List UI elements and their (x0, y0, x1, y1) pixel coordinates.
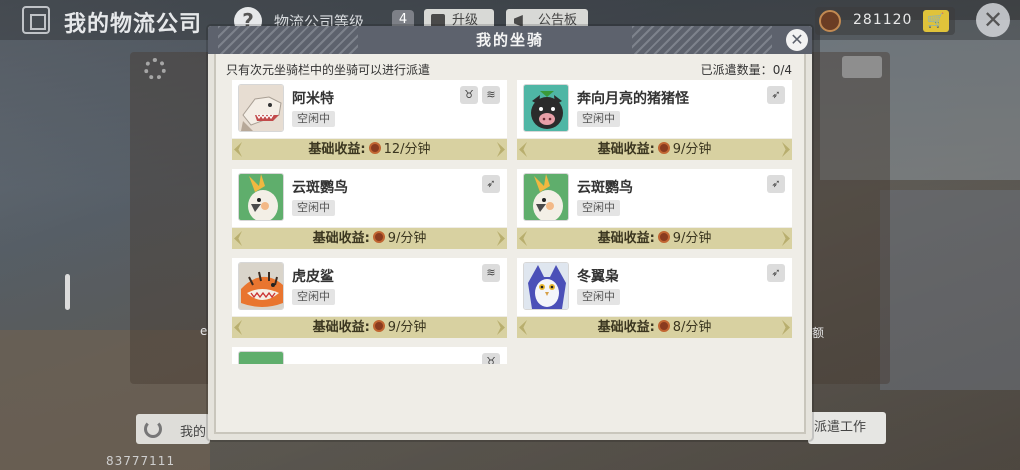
income-bar: 基础收益: 9/分钟 (517, 139, 792, 160)
income-bar: 基础收益: 9/分钟 (232, 317, 507, 338)
mount-status: 空闲中 (292, 200, 335, 216)
mount-name: 冬翼枭 (577, 269, 619, 285)
fly-type-icon: ➶ (767, 175, 785, 193)
page-title: 我的物流公司 (64, 12, 203, 37)
side-drag-handle[interactable] (65, 274, 70, 310)
mount-card[interactable]: 云斑鹦鸟 空闲中 ➶ 基础收益: 9/分钟 (232, 169, 507, 253)
coin-balance: 281120 🛒 (815, 7, 955, 35)
background-note-left: e (200, 324, 208, 338)
income-label: 基础收益: (597, 142, 655, 157)
mount-avatar (238, 84, 284, 132)
dispatch-hint: 只有次元坐骑栏中的坐骑可以进行派遣 (226, 63, 431, 77)
mount-card[interactable]: 云斑鹦鸟 空闲中 ➶ 基础收益: 9/分钟 (517, 169, 792, 253)
coin-icon (819, 10, 841, 32)
fly-type-icon: ➶ (482, 175, 500, 193)
dialog-close-button[interactable]: ✕ (786, 29, 808, 51)
my-mounts-dialog: 我的坐骑 ✕ 只有次元坐骑栏中的坐骑可以进行派遣 已派遣数量：0/4 阿米特 空… (208, 26, 812, 440)
dispatch-count-label: 已派遣数量： (700, 63, 773, 77)
coin-icon (372, 320, 385, 332)
coin-icon (657, 320, 670, 332)
income-bar: 基础收益: 12/分钟 (232, 139, 507, 160)
income-label: 基础收益: (597, 231, 655, 246)
mount-status: 空闲中 (577, 200, 620, 216)
dispatch-work-button: 派遣工作 (808, 412, 886, 444)
income-value: 8/分钟 (672, 320, 712, 335)
coin-icon (657, 231, 670, 243)
fly-type-icon: ➶ (767, 264, 785, 282)
fly-type-icon: ➶ (767, 86, 785, 104)
mount-avatar (523, 262, 569, 310)
income-value: 9/分钟 (387, 231, 427, 246)
dialog-header: 我的坐骑 ✕ (208, 26, 812, 54)
income-label: 基础收益: (308, 142, 366, 157)
mount-card[interactable]: 冬翼枭 空闲中 ➶ 基础收益: 8/分钟 (517, 258, 792, 342)
mount-card[interactable]: 虎皮鲨 空闲中 ≋ 基础收益: 9/分钟 (232, 258, 507, 342)
dispatch-count-value: 0/4 (772, 63, 792, 77)
mount-list[interactable]: 阿米特 空闲中 ♉ ≋ 基础收益: 12/分钟 奔向月亮的猪猪怪 空闲中 ➶ 基… (232, 80, 792, 364)
income-label: 基础收益: (312, 320, 370, 335)
income-bar: 基础收益: 8/分钟 (517, 317, 792, 338)
mount-status: 空闲中 (292, 111, 335, 127)
income-value: 9/分钟 (387, 320, 427, 335)
shop-cart-button[interactable]: 🛒 (923, 10, 949, 32)
coin-icon (372, 231, 385, 243)
mount-status: 空闲中 (292, 289, 335, 305)
mount-card[interactable]: 阿米特 空闲中 ♉ ≋ 基础收益: 12/分钟 (232, 80, 507, 164)
mount-avatar (238, 351, 284, 364)
mount-status: 空闲中 (577, 111, 620, 127)
mount-status: 空闲中 (577, 289, 620, 305)
mount-name: 奔向月亮的猪猪怪 (577, 91, 689, 107)
background-note-right: 额 (812, 326, 825, 340)
settings-button (842, 56, 882, 78)
income-value: 9/分钟 (672, 142, 712, 157)
mount-name: 虎皮鲨 (292, 269, 334, 285)
close-page-button[interactable]: ✕ (976, 3, 1010, 37)
company-logo-icon (22, 6, 50, 34)
income-label: 基础收益: (597, 320, 655, 335)
horn-type-icon: ♉ (460, 86, 478, 104)
my-items-bar: 我的 (136, 414, 210, 444)
mount-avatar (238, 173, 284, 221)
user-id: 83777111 (106, 454, 176, 468)
income-bar: 基础收益: 9/分钟 (232, 228, 507, 249)
my-items-label: 我的 (180, 425, 207, 440)
coin-icon (368, 142, 381, 154)
coin-amount: 281120 (853, 12, 913, 28)
income-value: 12/分钟 (383, 142, 431, 157)
mount-avatar (523, 173, 569, 221)
mount-name: 云斑鹦鸟 (292, 180, 348, 196)
gear-icon (144, 58, 166, 80)
mount-name: 阿米特 (292, 91, 334, 107)
mount-card[interactable]: ♉ (232, 347, 507, 364)
swim-type-icon: ≋ (482, 86, 500, 104)
dialog-title: 我的坐骑 (475, 31, 544, 49)
mount-name: 云斑鹦鸟 (577, 180, 633, 196)
income-bar: 基础收益: 9/分钟 (517, 228, 792, 249)
swim-type-icon: ≋ (482, 264, 500, 282)
income-label: 基础收益: (312, 231, 370, 246)
horn-type-icon: ♉ (482, 353, 500, 364)
refresh-icon (144, 420, 162, 438)
mount-card[interactable]: 奔向月亮的猪猪怪 空闲中 ➶ 基础收益: 9/分钟 (517, 80, 792, 164)
income-value: 9/分钟 (672, 231, 712, 246)
coin-icon (657, 142, 670, 154)
mount-avatar (523, 84, 569, 132)
dispatch-count: 已派遣数量：0/4 (701, 61, 792, 78)
mount-avatar (238, 262, 284, 310)
